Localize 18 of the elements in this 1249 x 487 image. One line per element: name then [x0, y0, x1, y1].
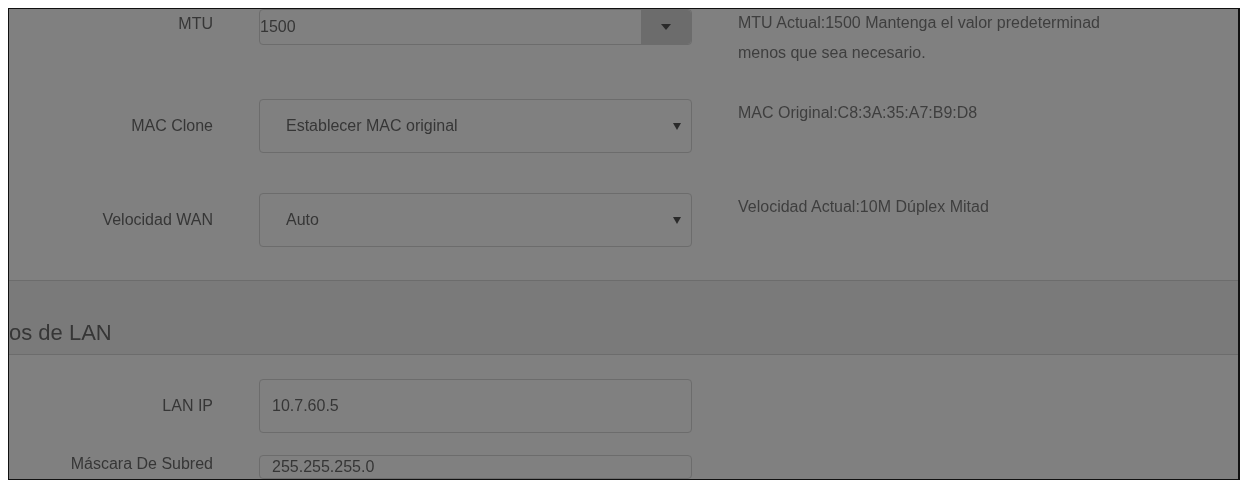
caret-icon [673, 216, 681, 224]
input-field[interactable]: 255.255.255.0 [259, 455, 692, 479]
select-field[interactable]: Auto [259, 193, 692, 247]
mtu-select[interactable]: 1500 [259, 9, 692, 45]
field-label: LAN IP [161, 397, 213, 415]
help-text: Velocidad Actual:10M Dúplex Mitad [738, 197, 989, 217]
field-label: MTU [177, 14, 213, 33]
help-text: MTU Actual:1500 Mantenga el valor predeterminad menos que sea necesario. [738, 13, 1100, 63]
field-label: Máscara De Subred [69, 455, 213, 473]
caret-icon [673, 122, 681, 130]
help-text: MAC Original:C8:3A:35:A7:B9:D8 [738, 103, 978, 123]
section-title: os de LAN [9, 319, 112, 346]
caret-icon [661, 24, 671, 30]
dropdown-button[interactable] [641, 10, 691, 44]
input-field[interactable]: 10.7.60.5 [259, 379, 692, 433]
field-label: MAC Clone [130, 117, 213, 135]
select-field[interactable]: Establecer MAC original [259, 99, 692, 153]
field-label: Velocidad WAN [101, 211, 213, 229]
